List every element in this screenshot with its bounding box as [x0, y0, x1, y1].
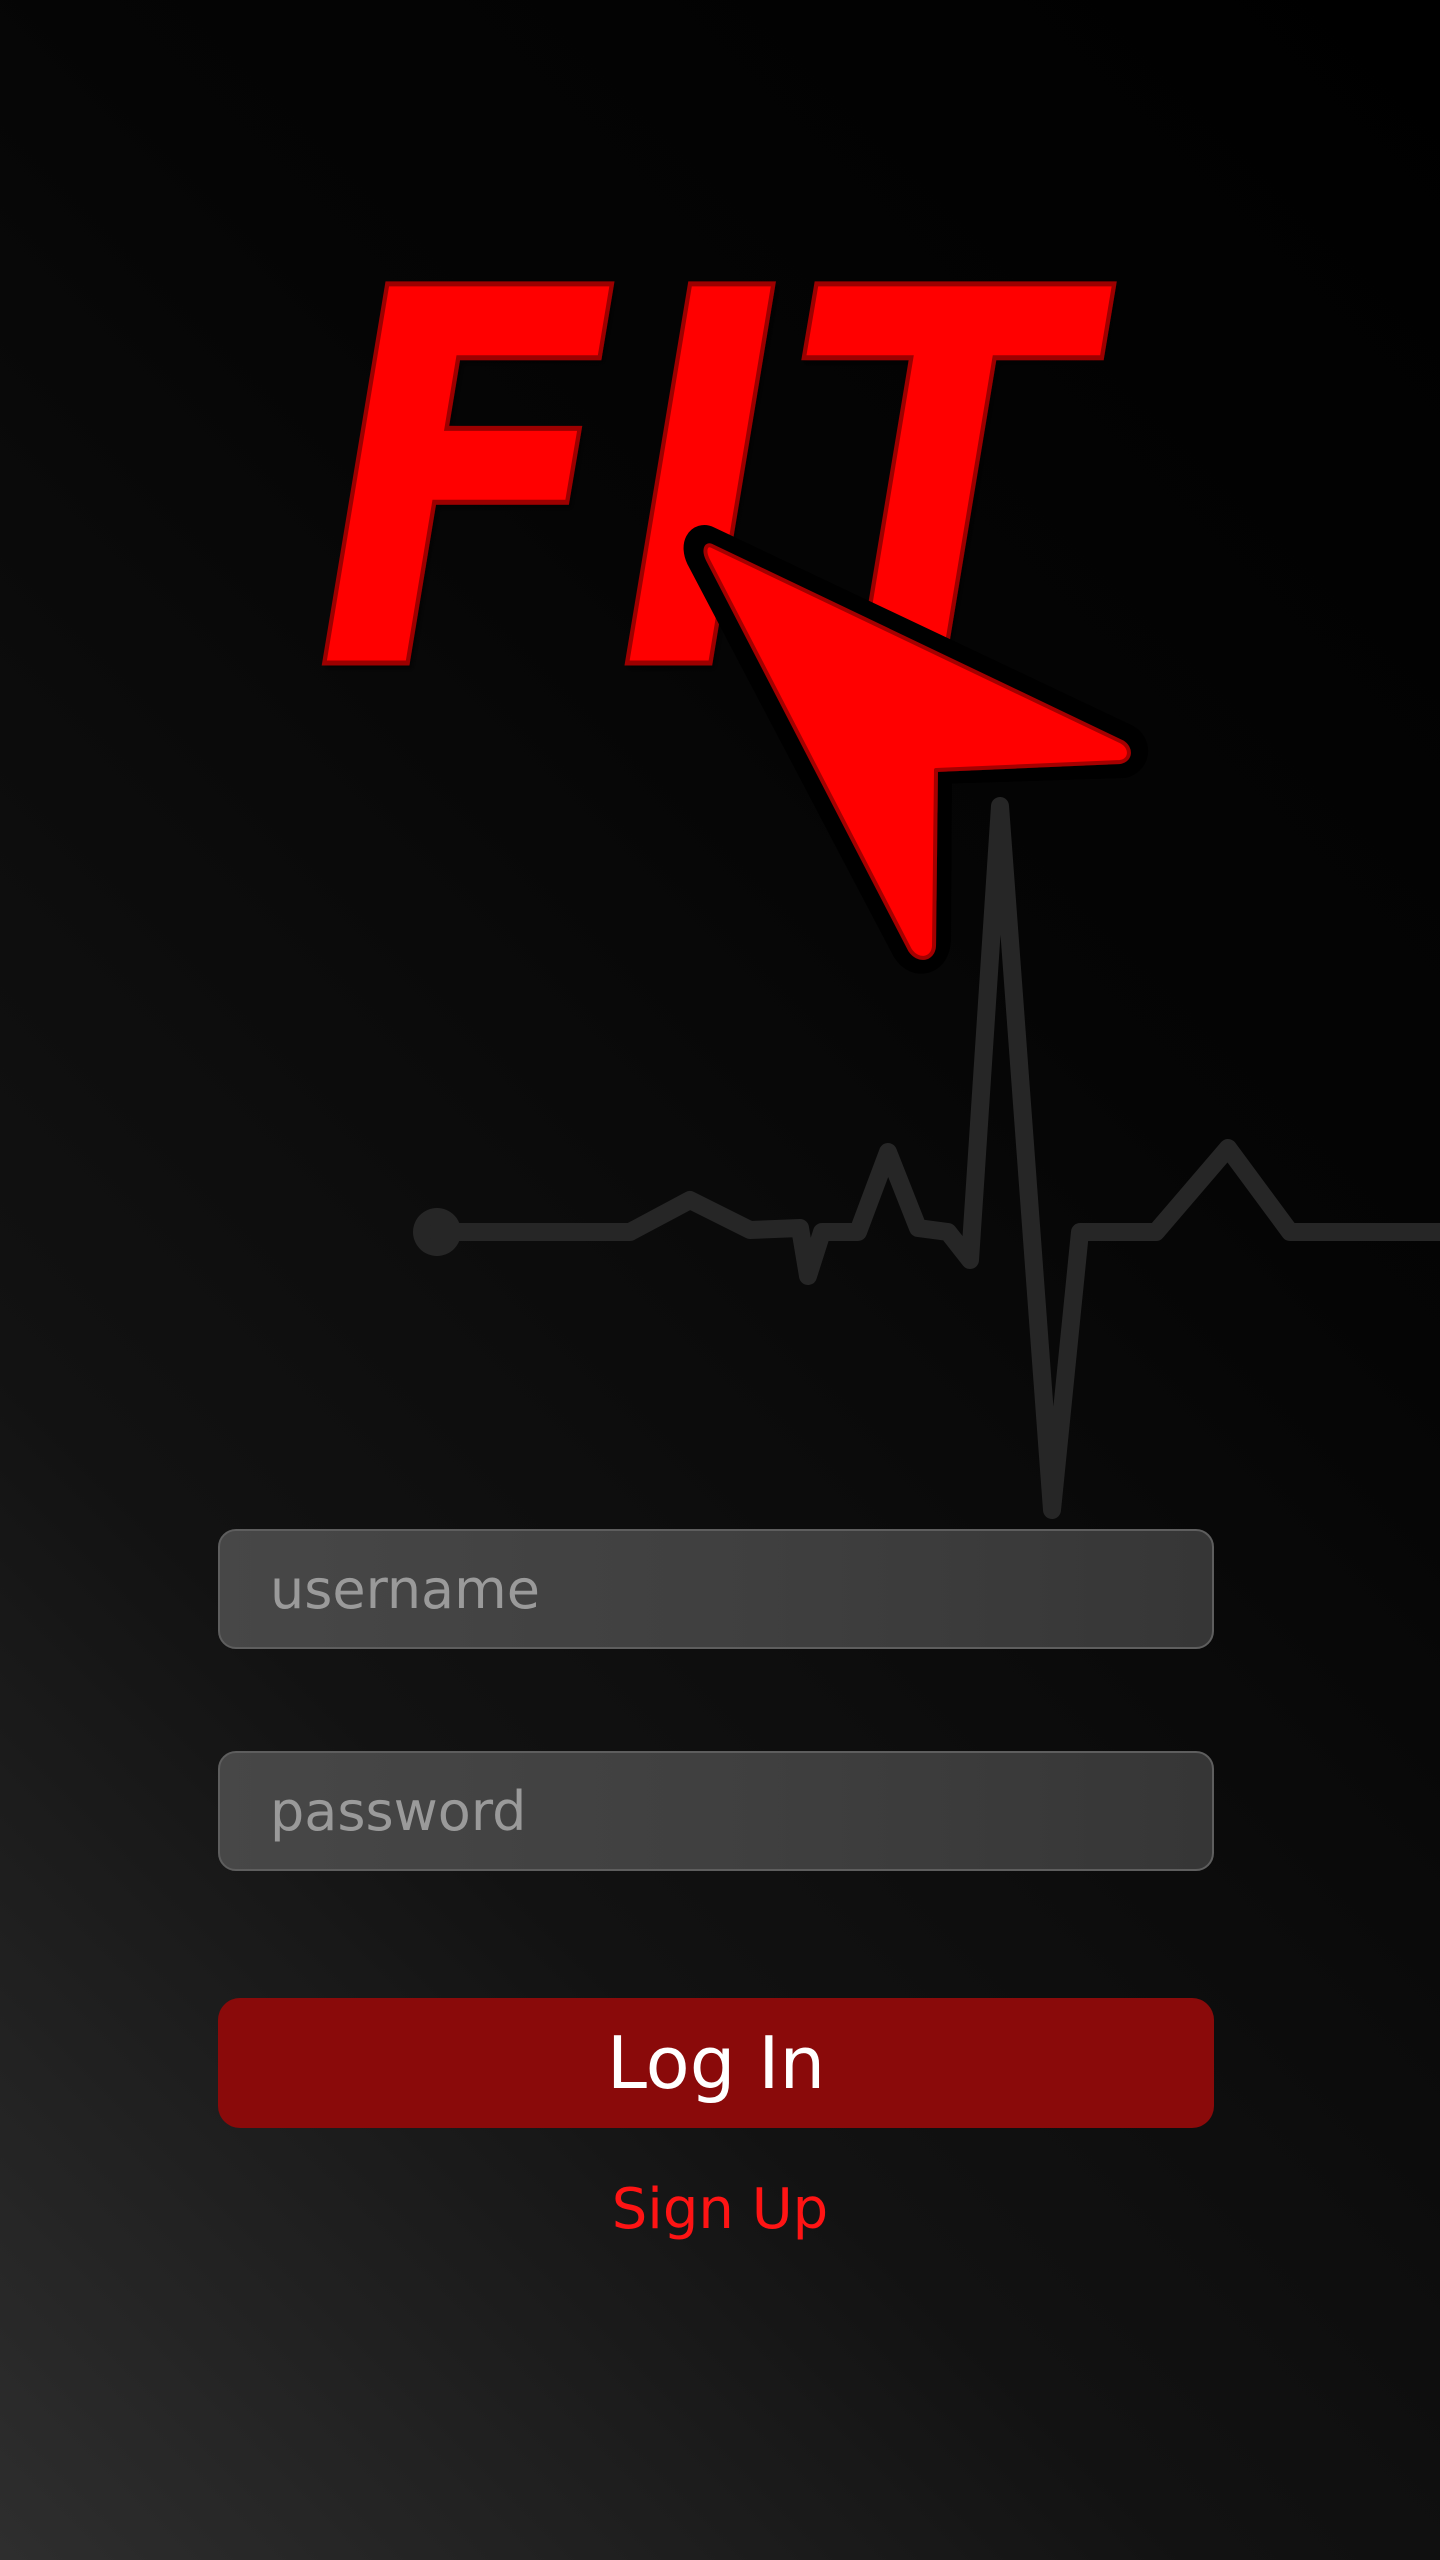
fit-logo: FIT: [313, 178, 1148, 974]
password-input[interactable]: [218, 1751, 1214, 1871]
login-screen: FIT Log In Sign Up: [0, 0, 1440, 2560]
username-input[interactable]: [218, 1529, 1214, 1649]
login-button[interactable]: Log In: [218, 1998, 1214, 2128]
signup-link[interactable]: Sign Up: [520, 2170, 920, 2250]
